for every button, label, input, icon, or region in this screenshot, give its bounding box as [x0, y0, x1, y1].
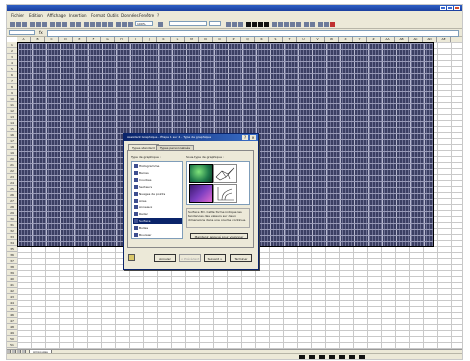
drawing-tool-5[interactable]	[339, 355, 345, 359]
chart-type-item[interactable]: Nuages de points	[133, 191, 182, 197]
drawing-tool-2[interactable]	[309, 355, 315, 359]
chart-type-icon	[134, 233, 138, 237]
chart-type-item[interactable]: Surface	[133, 218, 182, 225]
chart-type-icon	[134, 170, 138, 175]
decrease-decimal-icon[interactable]	[295, 21, 302, 28]
chart-type-item[interactable]: Boursier	[133, 232, 182, 238]
formula-input[interactable]	[47, 30, 459, 37]
chart-type-icon	[134, 164, 138, 168]
chart-type-icon	[134, 212, 138, 217]
drawing-tool-3[interactable]	[319, 355, 325, 359]
menu-outils[interactable]: Outils	[107, 12, 119, 19]
underline-icon[interactable]	[237, 21, 244, 28]
chart-type-label: Anneaux	[139, 205, 153, 210]
name-box[interactable]	[9, 30, 35, 35]
help-icon[interactable]	[157, 21, 164, 28]
finish-button[interactable]: Terminer	[230, 254, 252, 262]
chart-type-label: Bulles	[139, 226, 149, 231]
chart-wizard-dialog: Assistant Graphique - Étape 1 sur 4 - Ty…	[123, 133, 259, 270]
window-titlebar	[7, 5, 462, 11]
spelling-icon[interactable]	[41, 21, 48, 28]
chart-type-label: Surface	[139, 219, 151, 224]
chart-type-item[interactable]: Barres	[133, 170, 182, 176]
paste-icon[interactable]	[61, 21, 68, 28]
subtype-3d-surface[interactable]	[189, 164, 213, 183]
menu-donnees[interactable]: Données	[121, 12, 139, 19]
next-button[interactable]: Suivant >	[204, 254, 226, 262]
chart-type-label: Boursier	[139, 233, 152, 237]
chart-type-icon	[134, 198, 138, 203]
subtype-wireframe-3d-surface[interactable]	[213, 164, 237, 183]
chart-type-label: Nuages de points	[139, 191, 166, 196]
font-size-select[interactable]	[209, 21, 221, 26]
excel-window: Fichier Edition Affichage Insertion Form…	[6, 4, 463, 360]
subtype-wireframe-contour[interactable]	[213, 184, 237, 203]
menu-affichage[interactable]: Affichage	[47, 12, 66, 19]
close-icon[interactable]: ×	[250, 135, 256, 140]
standard-toolbar: 100%	[7, 20, 462, 29]
chart-type-icon	[134, 191, 138, 196]
merge-center-icon[interactable]	[263, 21, 270, 28]
chart-type-label: Aires	[139, 198, 147, 203]
chart-type-icon	[134, 226, 138, 231]
row-header[interactable]: 51	[7, 342, 17, 348]
chart-type-label: Type de graphique :	[131, 155, 161, 159]
redo-icon[interactable]	[75, 21, 82, 28]
formula-bar: fx	[7, 29, 462, 37]
save-icon[interactable]	[21, 21, 28, 28]
sort-desc-icon[interactable]	[107, 21, 114, 28]
chart-type-label: Histogramme	[139, 164, 160, 168]
font-color-icon[interactable]	[329, 21, 336, 28]
fx-icon: fx	[39, 30, 43, 35]
subtype-description: Surface 3D. Cette forme indique les tend…	[186, 208, 250, 228]
press-and-hold-preview-button[interactable]: Maintenir appuyé pour visionner	[190, 233, 248, 239]
font-select[interactable]	[169, 21, 207, 26]
chart-type-list[interactable]: Histogramme Barres Courbes Secteurs Nuages d…	[131, 161, 183, 239]
status-bar	[7, 353, 462, 359]
zoom-select[interactable]: 100%	[135, 21, 153, 26]
chart-subtype-label: Sous-type de graphique :	[186, 155, 224, 159]
menu-edition[interactable]: Edition	[29, 12, 43, 19]
menu-format[interactable]: Format	[91, 12, 105, 19]
drawing-tool-6[interactable]	[349, 355, 355, 359]
menu-bar: Fichier Edition Affichage Insertion Form…	[7, 12, 462, 19]
help-icon[interactable]: ?	[242, 135, 248, 140]
chart-type-item[interactable]: Anneaux	[133, 204, 182, 210]
menu-insertion[interactable]: Insertion	[69, 12, 87, 19]
chart-type-item[interactable]: Courbes	[133, 177, 182, 183]
chart-type-item[interactable]: Bulles	[133, 225, 182, 231]
drawing-tool-1[interactable]	[299, 355, 305, 359]
chart-type-item[interactable]: Histogramme	[133, 163, 182, 169]
office-assistant-icon[interactable]	[128, 254, 135, 261]
chart-type-icon	[134, 205, 138, 210]
chart-type-item[interactable]: Radar	[133, 211, 182, 217]
chart-type-label: Barres	[139, 170, 149, 175]
chart-type-label: Courbes	[139, 177, 152, 182]
chart-type-item[interactable]: Aires	[133, 198, 182, 204]
back-button[interactable]: < Précédent	[179, 254, 201, 262]
standard-types-panel: Type de graphique : Sous-type de graphiq…	[127, 150, 254, 248]
dialog-titlebar: Assistant Graphique - Étape 1 sur 4 - Ty…	[124, 134, 258, 141]
chart-type-item[interactable]: Secteurs	[133, 184, 182, 190]
maximize-window-button[interactable]	[447, 6, 453, 10]
chart-subtype-gallery[interactable]	[186, 161, 250, 205]
drawing-icon[interactable]	[127, 21, 134, 28]
menu-aide[interactable]: ?	[157, 12, 159, 19]
indent-icon[interactable]	[309, 21, 316, 28]
chart-type-label: Secteurs	[139, 184, 153, 189]
drawing-tool-4[interactable]	[329, 355, 335, 359]
menu-fenetre[interactable]: Fenêtre	[139, 12, 154, 19]
dialog-title: Assistant Graphique - Étape 1 sur 4 - Ty…	[127, 135, 212, 139]
drawing-tool-7[interactable]	[359, 355, 365, 359]
cancel-button[interactable]: Annuler	[154, 254, 176, 262]
subtype-contour[interactable]	[189, 184, 213, 203]
chart-type-icon	[134, 184, 138, 189]
chart-type-label: Radar	[139, 212, 148, 217]
minimize-window-button[interactable]	[440, 6, 446, 10]
chart-type-icon	[134, 177, 138, 182]
chart-type-icon	[134, 219, 138, 224]
close-window-button[interactable]	[454, 6, 460, 10]
menu-fichier[interactable]: Fichier	[11, 12, 24, 19]
